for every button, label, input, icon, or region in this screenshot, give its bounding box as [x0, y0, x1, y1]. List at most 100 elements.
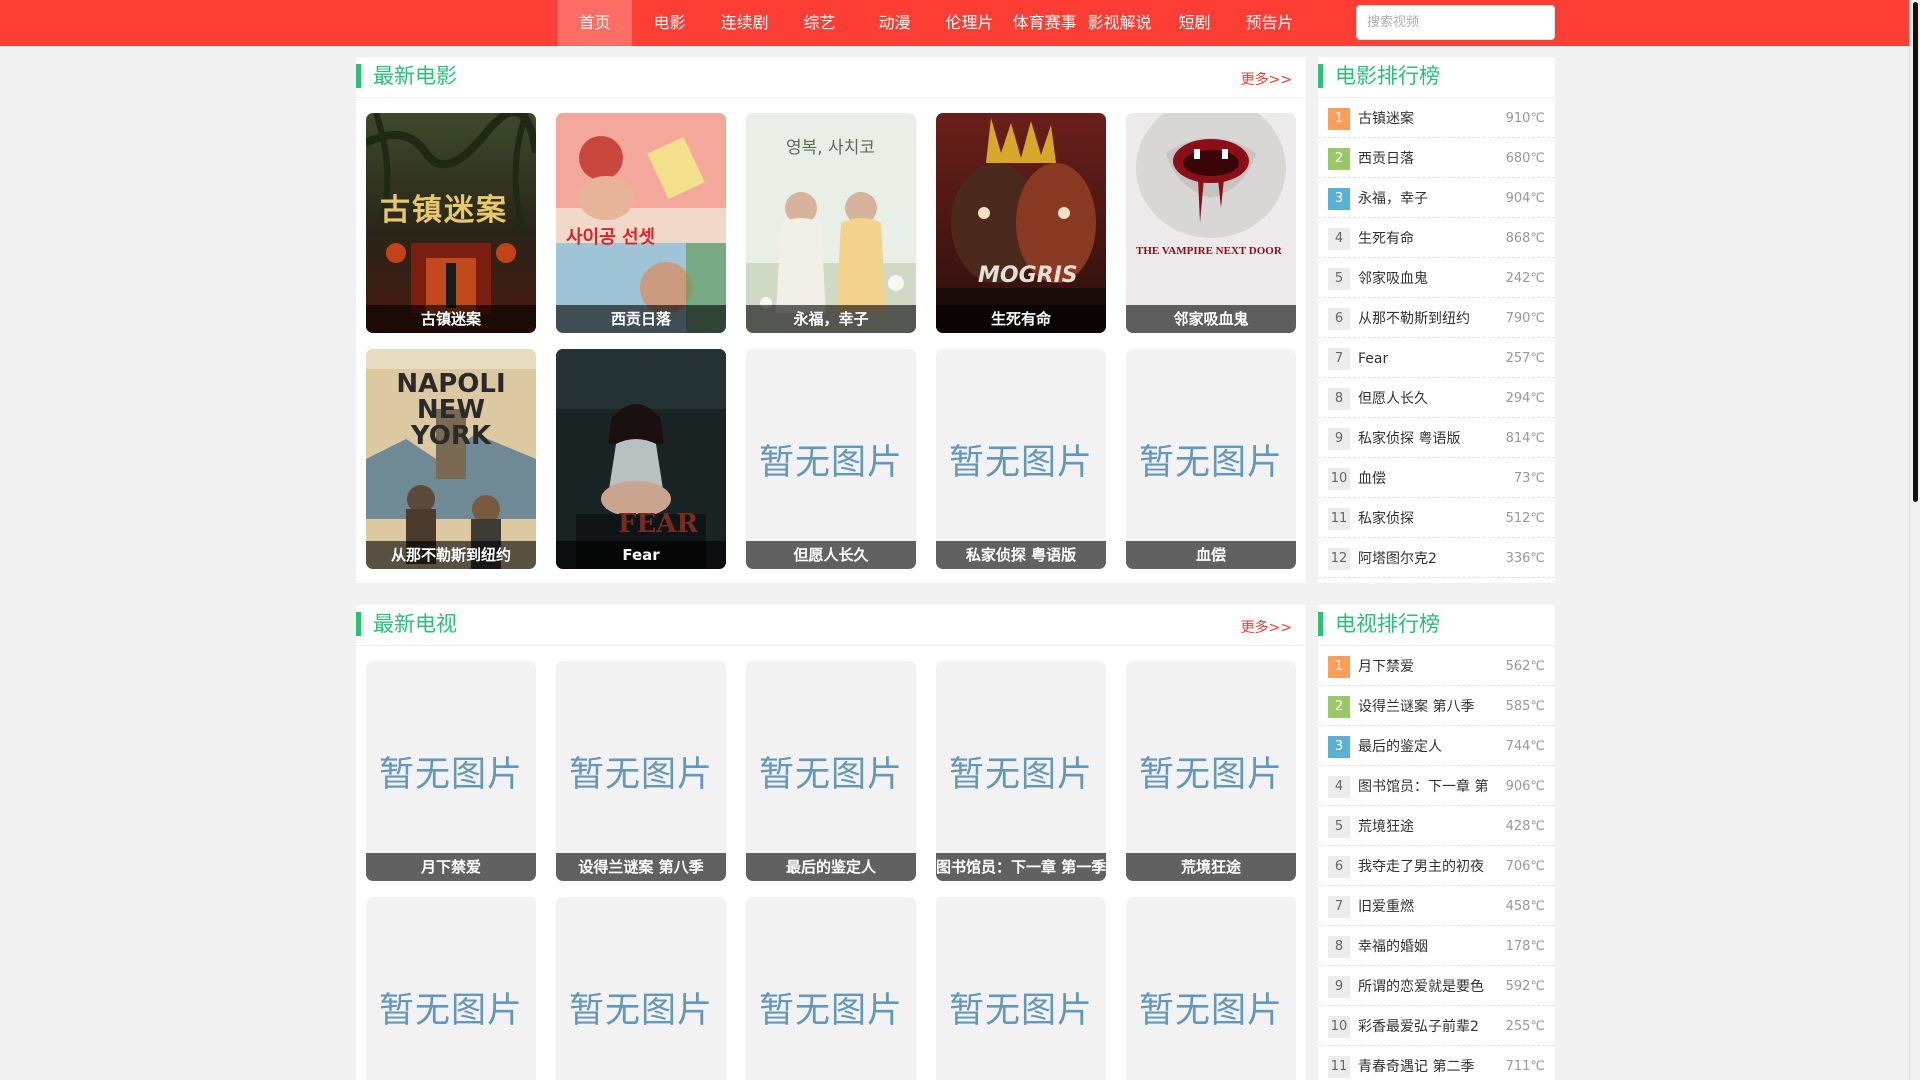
rank-item[interactable]: 7 旧爱重燃 458℃ [1318, 886, 1555, 926]
movie-card[interactable]: 영복, 사치코 永福，幸子 [746, 113, 916, 333]
poster-title-text: FEAR [618, 509, 699, 539]
rank-heat: 910℃ [1505, 111, 1545, 126]
rank-item[interactable]: 8 但愿人长久 294℃ [1318, 378, 1555, 418]
movie-title: 血偿 [1126, 541, 1296, 569]
section-title: 电影排行榜 [1318, 64, 1440, 88]
main-nav: 首页 电影 连续剧 综艺 动漫 伦理片 体育赛事 影视解说 短剧 预告片 [557, 0, 1307, 46]
section-header: 电影排行榜 [1318, 57, 1555, 98]
rank-item[interactable]: 11 青春奇遇记 第二季 711℃ [1318, 1046, 1555, 1080]
rank-title: 从那不勒斯到纽约 [1358, 311, 1470, 327]
tv-card[interactable]: 暂无图片 [746, 897, 916, 1080]
section-header: 最新电视 更多>> [356, 605, 1306, 646]
rank-title: 旧爱重燃 [1358, 899, 1414, 915]
rank-item[interactable]: 12 阿塔图尔克2 336℃ [1318, 538, 1555, 578]
movie-card[interactable]: MOGRIS 生死有命 [936, 113, 1106, 333]
tv-card[interactable]: 暂无图片 [366, 897, 536, 1080]
more-link[interactable]: 更多>> [1241, 69, 1292, 89]
tv-title: 荒境狂途 [1126, 853, 1296, 881]
rank-item[interactable]: 3 最后的鉴定人 744℃ [1318, 726, 1555, 766]
tv-title: 设得兰谜案 第八季 [556, 853, 726, 881]
rank-title: 阿塔图尔克2 [1358, 551, 1437, 567]
rank-heat: 744℃ [1505, 739, 1545, 754]
nav-ethics[interactable]: 伦理片 [932, 0, 1007, 46]
movie-title: 古镇迷案 [366, 305, 536, 333]
nav-series[interactable]: 连续剧 [707, 0, 782, 46]
rank-heat: 257℃ [1505, 351, 1545, 366]
rank-heat: 585℃ [1505, 699, 1545, 714]
nav-shorts[interactable]: 短剧 [1157, 0, 1232, 46]
rank-title: 月下禁爱 [1358, 659, 1414, 675]
rank-heat: 906℃ [1505, 779, 1545, 794]
rank-item[interactable]: 5 邻家吸血鬼 242℃ [1318, 258, 1555, 298]
tv-card[interactable]: 暂无图片 荒境狂途 [1126, 661, 1296, 881]
rank-item[interactable]: 1 月下禁爱 562℃ [1318, 646, 1555, 686]
rank-item[interactable]: 6 我夺走了男主的初夜 706℃ [1318, 846, 1555, 886]
nav-variety[interactable]: 综艺 [782, 0, 857, 46]
tv-card[interactable]: 暂无图片 [556, 897, 726, 1080]
movie-card[interactable]: 暂无图片 私家侦探 粤语版 [936, 349, 1106, 569]
movie-card[interactable]: 暂无图片 血偿 [1126, 349, 1296, 569]
rank-item[interactable]: 8 幸福的婚姻 178℃ [1318, 926, 1555, 966]
rank-number: 8 [1328, 388, 1350, 410]
rank-heat: 73℃ [1513, 471, 1545, 486]
rank-item[interactable]: 9 私家侦探 粤语版 814℃ [1318, 418, 1555, 458]
nav-home[interactable]: 首页 [557, 0, 632, 46]
movie-card[interactable]: 暂无图片 但愿人长久 [746, 349, 916, 569]
tv-title: 最后的鉴定人 [746, 853, 916, 881]
rank-title: 但愿人长久 [1358, 391, 1428, 407]
rank-heat: 790℃ [1505, 311, 1545, 326]
movie-title: 永福，幸子 [746, 305, 916, 333]
rank-item[interactable]: 2 设得兰谜案 第八季 585℃ [1318, 686, 1555, 726]
rank-item[interactable]: 11 私家侦探 512℃ [1318, 498, 1555, 538]
nav-commentary[interactable]: 影视解说 [1082, 0, 1157, 46]
tv-card[interactable]: 暂无图片 图书馆员：下一章 第一季 [936, 661, 1106, 881]
tv-card[interactable]: 暂无图片 最后的鉴定人 [746, 661, 916, 881]
poster-image [936, 113, 1106, 333]
no-image-placeholder: 暂无图片 [1138, 990, 1283, 1031]
more-link[interactable]: 更多>> [1241, 617, 1292, 637]
poster-title-text: 영복, 사치코 [786, 138, 876, 158]
no-image-placeholder: 暂无图片 [568, 754, 713, 795]
movie-title: 私家侦探 粤语版 [936, 541, 1106, 569]
tv-card[interactable]: 暂无图片 月下禁爱 [366, 661, 536, 881]
movie-card[interactable]: NAPOLI NEW YORK 从那不勒斯到纽约 [366, 349, 536, 569]
rank-item[interactable]: 3 永福，幸子 904℃ [1318, 178, 1555, 218]
rank-item[interactable]: 10 彩香最爱弘子前辈2 255℃ [1318, 1006, 1555, 1046]
tv-card[interactable]: 暂无图片 [1126, 897, 1296, 1080]
rank-title: 永福，幸子 [1358, 191, 1428, 207]
rank-title: 西贡日落 [1358, 151, 1414, 167]
tv-rank-list: 1 月下禁爱 562℃ 2 设得兰谜案 第八季 585℃ 3 最后的鉴定人 744℃ 4 图书… [1318, 646, 1555, 1080]
rank-item[interactable]: 9 所谓的恋爱就是要色 592℃ [1318, 966, 1555, 1006]
scrollbar-thumb[interactable] [1913, 2, 1918, 502]
nav-trailers[interactable]: 预告片 [1232, 0, 1307, 46]
movie-card[interactable]: FEAR Fear [556, 349, 726, 569]
rank-heat: 680℃ [1505, 151, 1545, 166]
rank-heat: 428℃ [1505, 819, 1545, 834]
search-input[interactable] [1356, 5, 1555, 40]
rank-number: 10 [1328, 1016, 1350, 1038]
rank-heat: 255℃ [1505, 1019, 1545, 1034]
rank-item[interactable]: 1 古镇迷案 910℃ [1318, 98, 1555, 138]
nav-sports[interactable]: 体育赛事 [1007, 0, 1082, 46]
rank-heat: 512℃ [1505, 511, 1545, 526]
rank-number: 7 [1328, 896, 1350, 918]
rank-item[interactable]: 7 Fear 257℃ [1318, 338, 1555, 378]
rank-item[interactable]: 4 图书馆员：下一章 第 906℃ [1318, 766, 1555, 806]
rank-heat: 814℃ [1505, 431, 1545, 446]
no-image-placeholder: 暂无图片 [758, 442, 903, 483]
rank-item[interactable]: 10 血偿 73℃ [1318, 458, 1555, 498]
rank-item[interactable]: 6 从那不勒斯到纽约 790℃ [1318, 298, 1555, 338]
tv-card[interactable]: 暂无图片 [936, 897, 1106, 1080]
movie-card[interactable]: THE VAMPIRE NEXT DOOR 邻家吸血鬼 [1126, 113, 1296, 333]
movie-card[interactable]: 사이공 선셋 西贡日落 [556, 113, 726, 333]
nav-movies[interactable]: 电影 [632, 0, 707, 46]
nav-anime[interactable]: 动漫 [857, 0, 932, 46]
rank-item[interactable]: 2 西贡日落 680℃ [1318, 138, 1555, 178]
tv-card[interactable]: 暂无图片设得兰谜案 第八季 [556, 661, 726, 881]
rank-heat: 242℃ [1505, 271, 1545, 286]
no-image-placeholder: 暂无图片 [378, 990, 523, 1031]
page-scrollbar[interactable] [1909, 0, 1920, 1080]
rank-item[interactable]: 4 生死有命 868℃ [1318, 218, 1555, 258]
movie-card[interactable]: 古镇迷案 古镇迷案 [366, 113, 536, 333]
rank-item[interactable]: 5 荒境狂途 428℃ [1318, 806, 1555, 846]
